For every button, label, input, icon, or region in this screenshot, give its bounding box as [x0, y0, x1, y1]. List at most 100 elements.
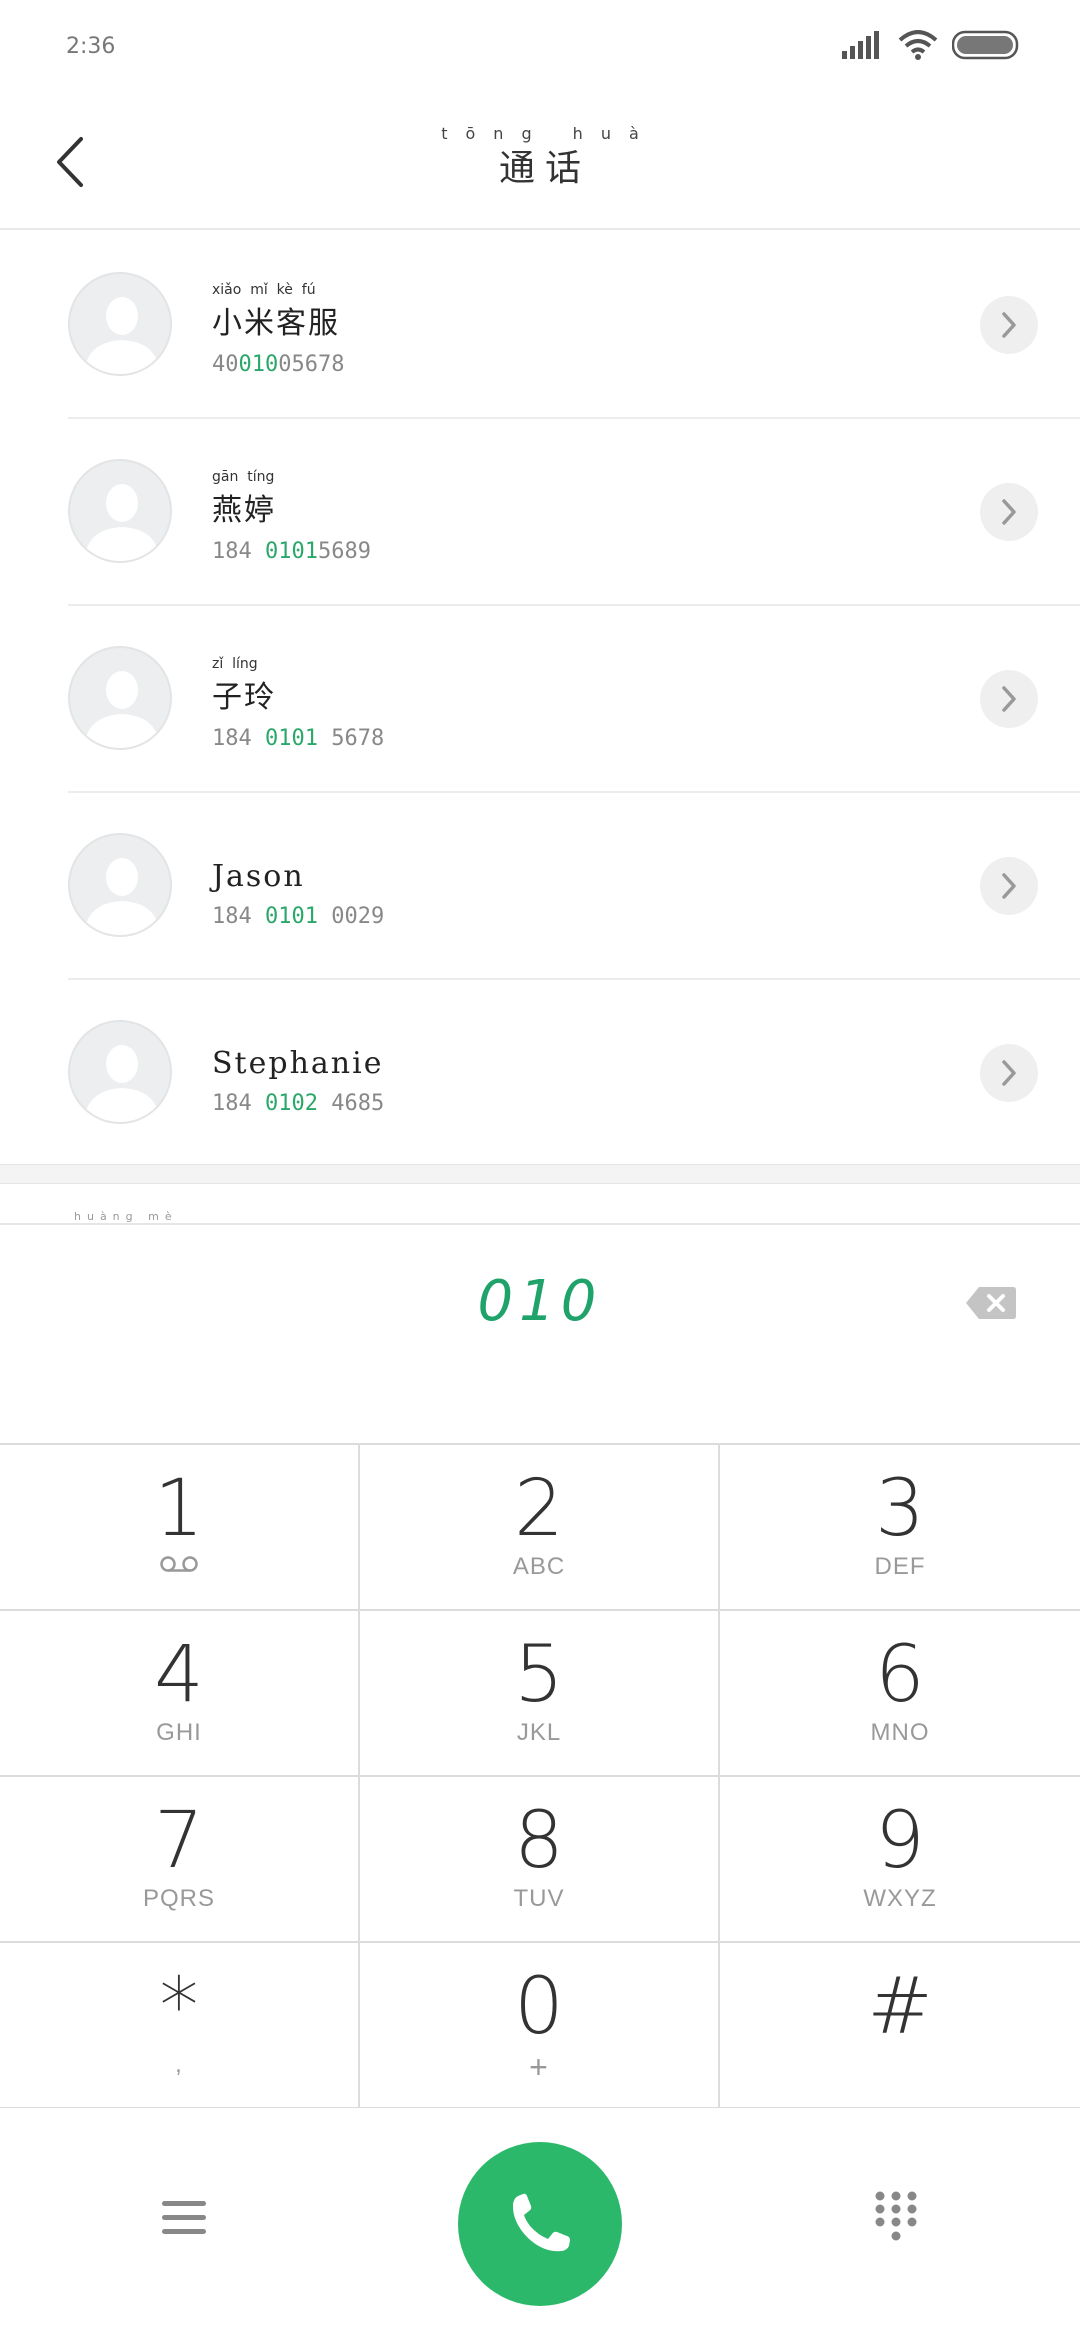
contact-row[interactable]: Stephanie 184 0102 4685: [0, 980, 1080, 1167]
bottom-bar: [0, 2108, 1080, 2340]
contact-name-pinyin: [212, 1030, 384, 1046]
contact-name-pinyin: [212, 843, 384, 859]
menu-icon: [162, 2201, 206, 2234]
header: tōng huà 通话: [0, 96, 1080, 230]
number-match: 0101: [264, 539, 318, 564]
key-star[interactable]: * ,: [0, 1943, 360, 2109]
status-bar: 2:36: [0, 0, 1080, 96]
key-letters: ,: [175, 2051, 183, 2078]
key-0[interactable]: 0 +: [360, 1943, 720, 2109]
chevron-right-icon: [1002, 686, 1016, 712]
contact-number: 184 0101 0029: [212, 904, 384, 929]
key-letters: [720, 2051, 1080, 2081]
call-button[interactable]: [458, 2142, 622, 2306]
key-digit: *: [159, 1962, 199, 2052]
contact-number: 184 01015689: [212, 539, 371, 564]
chevron-right-icon: [1002, 1060, 1016, 1086]
key-hash[interactable]: #: [720, 1943, 1080, 2109]
list-bottom-bar: [0, 1164, 1080, 1184]
number-prefix: 184: [212, 726, 265, 751]
avatar: [68, 272, 172, 376]
signal-icon: [842, 31, 884, 63]
contact-detail-button[interactable]: [980, 1044, 1038, 1102]
dialed-digits[interactable]: 010: [0, 1269, 1080, 1334]
key-6[interactable]: 6 MNO: [720, 1611, 1080, 1777]
key-9[interactable]: 9 WXYZ: [720, 1777, 1080, 1943]
wifi-icon: [898, 30, 938, 64]
default-avatar-icon: [84, 297, 160, 374]
key-letters: +: [529, 2049, 549, 2085]
page-title: tōng huà 通话: [0, 124, 1080, 191]
key-digit: #: [867, 1962, 933, 2052]
contact-detail-button[interactable]: [980, 670, 1038, 728]
chevron-right-icon: [1002, 499, 1016, 525]
backspace-icon: [966, 1287, 1016, 1319]
number-suffix: 5678: [317, 726, 385, 751]
number-prefix: 184: [212, 539, 265, 564]
default-avatar-icon: [84, 671, 160, 748]
avatar: [68, 646, 172, 750]
key-5[interactable]: 5 JKL: [360, 1611, 720, 1777]
number-suffix: 0029: [317, 904, 385, 929]
key-digit: 2: [514, 1464, 564, 1554]
number-suffix: 4685: [317, 1091, 385, 1116]
key-digit: 7: [154, 1796, 204, 1886]
contact-number: 184 0101 5678: [212, 726, 384, 751]
contact-info: gān tíng 燕婷 184 01015689: [212, 469, 371, 564]
key-4[interactable]: 4 GHI: [0, 1611, 360, 1777]
key-3[interactable]: 3 DEF: [720, 1445, 1080, 1611]
menu-button[interactable]: [140, 2180, 228, 2256]
dialpad-icon: [875, 2191, 917, 2241]
contact-name: Jason: [212, 859, 305, 894]
contact-detail-button[interactable]: [980, 296, 1038, 354]
chevron-right-icon: [1002, 312, 1016, 338]
key-letters: JKL: [516, 1719, 562, 1746]
contact-row[interactable]: zǐ líng 子玲 184 0101 5678: [0, 606, 1080, 793]
key-digit: 1: [154, 1464, 204, 1554]
keypad-hint: huàng mè: [74, 1210, 178, 1223]
contact-row[interactable]: Jason 184 0101 0029: [0, 793, 1080, 980]
number-suffix: 05678: [278, 352, 345, 377]
status-icons: [842, 30, 1022, 64]
default-avatar-icon: [84, 484, 160, 561]
contact-list: xiǎo mǐ kè fú 小米客服 4001005678 gān tíng 燕…: [0, 232, 1080, 1164]
avatar: [68, 459, 172, 563]
contact-info: zǐ líng 子玲 184 0101 5678: [212, 656, 384, 751]
contact-name: 子玲: [212, 680, 276, 715]
number-suffix: 5689: [317, 539, 371, 564]
contact-info: Stephanie 184 0102 4685: [212, 1030, 384, 1116]
avatar: [68, 1020, 172, 1124]
dialpad-button[interactable]: [852, 2180, 940, 2256]
contact-detail-button[interactable]: [980, 483, 1038, 541]
number-match: 0101: [264, 726, 318, 751]
backspace-button[interactable]: [960, 1281, 1022, 1325]
battery-icon: [951, 30, 1022, 64]
number-match: 010: [238, 352, 279, 377]
key-1[interactable]: 1: [0, 1445, 360, 1611]
key-2[interactable]: 2 ABC: [360, 1445, 720, 1611]
contact-row[interactable]: xiǎo mǐ kè fú 小米客服 4001005678: [0, 232, 1080, 419]
contact-name-pinyin: zǐ líng: [212, 656, 258, 672]
key-letters: WXYZ: [863, 1885, 937, 1912]
key-letters: DEF: [874, 1553, 926, 1580]
number-match: 0102: [264, 1091, 318, 1116]
key-digit: 3: [875, 1464, 925, 1554]
key-digit: 5: [514, 1630, 564, 1720]
number-prefix: 184: [212, 1091, 265, 1116]
contact-detail-button[interactable]: [980, 857, 1038, 915]
status-time: 2:36: [66, 34, 116, 59]
contact-row[interactable]: gān tíng 燕婷 184 01015689: [0, 419, 1080, 606]
phone-icon: [512, 2193, 570, 2252]
default-avatar-icon: [84, 1045, 160, 1122]
key-digit: 4: [154, 1630, 204, 1720]
key-digit: 0: [514, 1962, 564, 2052]
avatar: [68, 833, 172, 937]
key-7[interactable]: 7 PQRS: [0, 1777, 360, 1943]
contact-name-pinyin: gān tíng: [212, 469, 275, 485]
key-8[interactable]: 8 TUV: [360, 1777, 720, 1943]
page-title-text: 通话: [498, 148, 591, 189]
voicemail-icon: [160, 1556, 198, 1572]
key-digit: 6: [875, 1630, 925, 1720]
key-letters: PQRS: [142, 1885, 215, 1912]
number-prefix: 184: [212, 904, 265, 929]
